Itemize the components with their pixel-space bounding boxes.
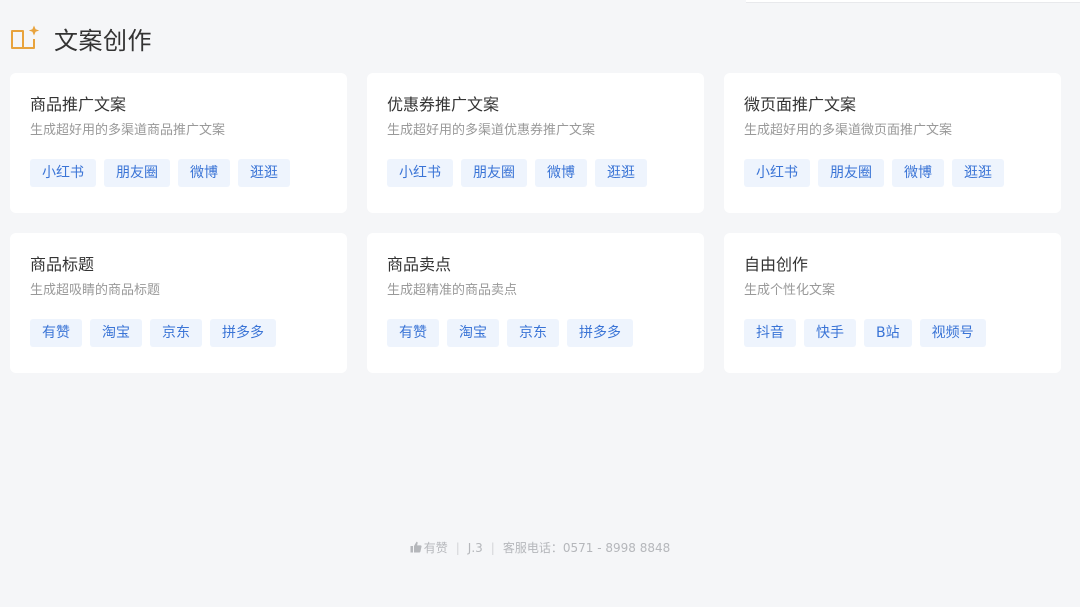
card-description: 生成超好用的多渠道商品推广文案 (30, 123, 226, 138)
card-title: 自由创作 (744, 255, 809, 274)
tag-xiaohongshu[interactable]: 小红书 (744, 159, 810, 187)
footer-separator: | (455, 541, 460, 555)
tag-pinduoduo[interactable]: 拼多多 (567, 319, 633, 347)
tag-taobao[interactable]: 淘宝 (447, 319, 499, 347)
card-micropage-promo[interactable]: 微页面推广文案 生成超好用的多渠道微页面推广文案 小红书 朋友圈 微博 逛逛 (724, 73, 1061, 213)
card-title: 商品卖点 (387, 255, 452, 274)
tag-taobao[interactable]: 淘宝 (90, 319, 142, 347)
tag-guangguang[interactable]: 逛逛 (952, 159, 1004, 187)
card-free-creation[interactable]: 自由创作 生成个性化文案 抖音 快手 B站 视频号 (724, 233, 1061, 373)
tag-list: 有赞 淘宝 京东 拼多多 (30, 319, 327, 347)
card-product-title[interactable]: 商品标题 生成超吸睛的商品标题 有赞 淘宝 京东 拼多多 (10, 233, 347, 373)
tag-list: 有赞 淘宝 京东 拼多多 (387, 319, 684, 347)
tag-shipinhao[interactable]: 视频号 (919, 319, 986, 347)
tag-weibo[interactable]: 微博 (178, 159, 230, 187)
tag-guangguang[interactable]: 逛逛 (238, 159, 290, 187)
card-title: 商品推广文案 (30, 95, 127, 114)
tag-jingdong[interactable]: 京东 (507, 319, 559, 347)
tag-list: 小红书 朋友圈 微博 逛逛 (744, 159, 1041, 187)
tag-xiaohongshu[interactable]: 小红书 (30, 159, 96, 187)
page-title: 文案创作 (54, 26, 152, 55)
page-footer: 有赞 | J.3 | 客服电话：0571 - 8998 8848 (0, 540, 1080, 556)
card-description: 生成个性化文案 (744, 283, 836, 298)
tag-douyin[interactable]: 抖音 (744, 319, 796, 347)
book-sparkle-icon (10, 24, 40, 52)
tag-kuaishou[interactable]: 快手 (804, 319, 856, 347)
footer-brand: 有赞 (423, 541, 448, 555)
tag-pinduoduo[interactable]: 拼多多 (210, 319, 276, 347)
card-description: 生成超好用的多渠道微页面推广文案 (744, 123, 953, 138)
tag-pengyouquan[interactable]: 朋友圈 (104, 159, 170, 187)
tag-weibo[interactable]: 微博 (535, 159, 587, 187)
card-selling-points[interactable]: 商品卖点 生成超精准的商品卖点 有赞 淘宝 京东 拼多多 (367, 233, 704, 373)
footer-service-phone: 客服电话：0571 - 8998 8848 (502, 541, 671, 555)
tag-pengyouquan[interactable]: 朋友圈 (461, 159, 527, 187)
card-title: 优惠券推广文案 (387, 95, 500, 114)
tag-guangguang[interactable]: 逛逛 (595, 159, 647, 187)
thumbs-up-icon (410, 541, 422, 553)
tag-list: 抖音 快手 B站 视频号 (744, 319, 1041, 347)
tag-youzan[interactable]: 有赞 (30, 319, 82, 347)
tag-pengyouquan[interactable]: 朋友圈 (818, 159, 884, 187)
tag-weibo[interactable]: 微博 (892, 159, 944, 187)
card-coupon-promo[interactable]: 优惠券推广文案 生成超好用的多渠道优惠券推广文案 小红书 朋友圈 微博 逛逛 (367, 73, 704, 213)
tag-bilibili[interactable]: B站 (864, 319, 912, 347)
page-header: 文案创作 (10, 20, 152, 56)
tag-xiaohongshu[interactable]: 小红书 (387, 159, 453, 187)
footer-separator: | (490, 541, 495, 555)
card-title: 商品标题 (30, 255, 95, 274)
tag-list: 小红书 朋友圈 微博 逛逛 (30, 159, 327, 187)
card-title: 微页面推广文案 (744, 95, 857, 114)
tag-jingdong[interactable]: 京东 (150, 319, 202, 347)
footer-version: J.3 (467, 541, 483, 555)
card-description: 生成超吸睛的商品标题 (30, 283, 161, 298)
tag-list: 小红书 朋友圈 微博 逛逛 (387, 159, 684, 187)
tag-youzan[interactable]: 有赞 (387, 319, 439, 347)
card-description: 生成超精准的商品卖点 (387, 283, 518, 298)
card-product-promo[interactable]: 商品推广文案 生成超好用的多渠道商品推广文案 小红书 朋友圈 微博 逛逛 (10, 73, 347, 213)
top-strip (746, 0, 1080, 3)
card-description: 生成超好用的多渠道优惠券推广文案 (387, 123, 596, 138)
